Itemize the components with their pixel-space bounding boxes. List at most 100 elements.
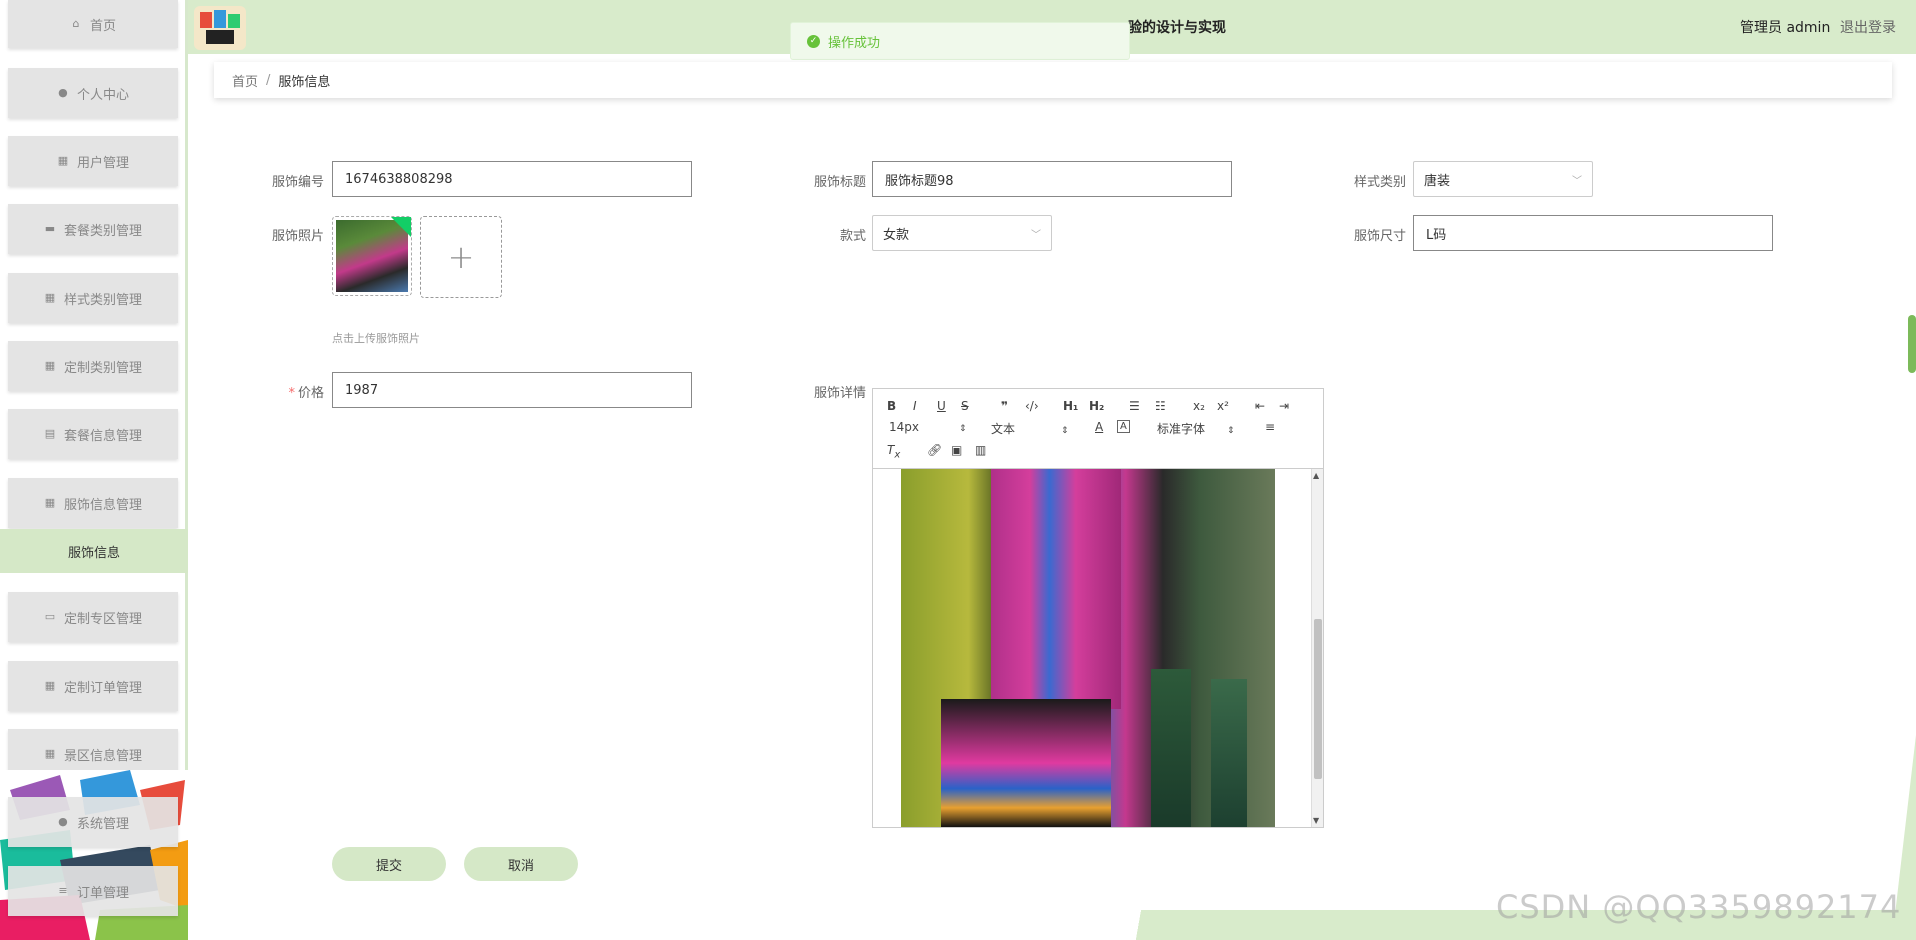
sidebar: ⌂ 首页 ● 个人中心 ▦ 用户管理 ▬ 套餐类别管理 ▦ 样式类别管理 ▦ 定制类别管理 …	[0, 0, 188, 940]
chevron-down-icon: ﹀	[1031, 230, 1041, 241]
indent-icon[interactable]: ⇥	[1279, 399, 1289, 413]
block-type-select[interactable]: 文本 ⇕	[991, 420, 1069, 437]
font-size-value: 14px	[889, 420, 919, 434]
superscript-icon[interactable]: x²	[1217, 399, 1229, 413]
code-icon[interactable]: ‹/›	[1025, 399, 1039, 413]
updown-icon: ⇕	[1227, 426, 1235, 436]
admin-label: 管理员 admin	[1740, 20, 1831, 36]
subscript-icon[interactable]: x₂	[1193, 399, 1205, 413]
bullet-list-icon[interactable]: ☷	[1155, 399, 1166, 413]
heading1-icon[interactable]: H₁	[1063, 399, 1078, 413]
sidebar-item-orders[interactable]: ≡ 订单管理	[8, 866, 178, 916]
underline-icon[interactable]: U	[937, 399, 946, 413]
sidebar-item-profile[interactable]: ● 个人中心	[8, 68, 178, 118]
kind-label: 款式	[839, 229, 866, 244]
font-color-icon[interactable]: A	[1095, 420, 1103, 434]
editor-scrollbar[interactable]: ▲ ▼	[1311, 469, 1323, 827]
scrollbar-thumb[interactable]	[1314, 619, 1322, 779]
photo-thumbnail[interactable]	[332, 216, 412, 296]
submit-button[interactable]: 提交	[332, 847, 446, 881]
bold-icon[interactable]: B	[887, 399, 896, 413]
toast-message: 操作成功	[828, 35, 881, 51]
code-input[interactable]: 1674638808298	[332, 161, 692, 197]
sidebar-item-label: 套餐信息管理	[63, 428, 142, 444]
sidebar-item-label: 定制订单管理	[63, 680, 142, 696]
sidebar-item-home[interactable]: ⌂ 首页	[8, 0, 178, 48]
background-color-icon[interactable]: A	[1117, 420, 1130, 433]
breadcrumb-current: 服饰信息	[278, 74, 331, 90]
system-title: 验的设计与实现	[1128, 20, 1226, 36]
font-family-select[interactable]: 标准字体 ⇕	[1157, 420, 1235, 437]
photo-torso	[991, 469, 1121, 709]
style-category-select[interactable]: 唐装 ﹀	[1413, 161, 1593, 197]
kind-select[interactable]: 女款 ﹀	[872, 215, 1052, 251]
photo-post	[1151, 669, 1191, 827]
sidebar-item-clothing-info[interactable]: ▦ 服饰信息管理	[8, 478, 178, 528]
photo-post	[1211, 679, 1247, 827]
italic-icon[interactable]: I	[913, 399, 917, 413]
scroll-down-icon[interactable]: ▼	[1313, 816, 1319, 825]
video-icon[interactable]: ▥	[975, 443, 986, 457]
clothing-detail-photo	[901, 469, 1275, 827]
sidebar-item-custom-orders[interactable]: ▦ 定制订单管理	[8, 661, 178, 711]
sidebar-item-label: 样式类别管理	[63, 292, 142, 308]
sidebar-item-label: 服饰信息管理	[63, 497, 142, 513]
sidebar-item-custom-zone[interactable]: ▭ 定制专区管理	[8, 592, 178, 642]
sidebar-item-style-category[interactable]: ▦ 样式类别管理	[8, 273, 178, 323]
sidebar-subitem-clothing[interactable]: 服饰信息	[0, 529, 188, 573]
font-size-select[interactable]: 14px ⇕	[889, 420, 967, 434]
home-icon: ⌂	[72, 17, 80, 30]
style-category-label: 样式类别	[1353, 175, 1406, 190]
plus-icon: +	[447, 238, 475, 276]
logout-link[interactable]: 退出登录	[1840, 17, 1896, 37]
code-label: 服饰编号	[271, 175, 324, 190]
required-mark: *	[288, 386, 295, 401]
outdent-icon[interactable]: ⇤	[1255, 399, 1265, 413]
sidebar-item-system[interactable]: ● 系统管理	[8, 797, 178, 847]
size-input[interactable]: L码	[1413, 215, 1773, 251]
page-scrollbar[interactable]	[1908, 315, 1916, 373]
sidebar-item-label: 系统管理	[76, 816, 129, 832]
image-icon[interactable]: ▣	[951, 443, 962, 457]
ordered-list-icon[interactable]: ☰	[1129, 399, 1140, 413]
block-type-value: 文本	[991, 422, 1016, 436]
quote-icon[interactable]: ❞	[1001, 399, 1008, 413]
breadcrumb-home[interactable]: 首页	[232, 71, 258, 90]
price-input[interactable]: 1987	[332, 372, 692, 408]
photo-upload-button[interactable]: +	[420, 216, 502, 298]
breadcrumb: 首页 / 服饰信息	[214, 62, 1892, 98]
sidebar-item-label: 首页	[89, 18, 116, 34]
sidebar-item-package-category[interactable]: ▬ 套餐类别管理	[8, 204, 178, 254]
sidebar-item-label: 定制专区管理	[63, 611, 142, 627]
align-icon[interactable]: ≡	[1265, 420, 1275, 434]
strike-icon[interactable]: S	[961, 399, 969, 413]
grid-icon: ▦	[44, 359, 56, 372]
chevron-down-icon: ﹀	[1572, 176, 1582, 187]
clear-format-icon[interactable]: Tx	[887, 443, 900, 460]
sidebar-item-custom-category[interactable]: ▦ 定制类别管理	[8, 341, 178, 391]
title-input[interactable]: 服饰标题98	[872, 161, 1232, 197]
user-icon: ●	[58, 86, 68, 99]
cancel-button[interactable]: 取消	[464, 847, 578, 881]
sidebar-item-package-info[interactable]: ▤ 套餐信息管理	[8, 409, 178, 459]
sidebar-item-label: 订单管理	[76, 885, 129, 901]
heading2-icon[interactable]: H₂	[1089, 399, 1104, 413]
link-icon[interactable]: 🔗︎	[927, 443, 942, 457]
check-circle-icon: ✓	[807, 34, 820, 48]
sidebar-item-label: 套餐类别管理	[63, 223, 142, 239]
style-category-value: 唐装	[1424, 173, 1451, 189]
pin-icon: ●	[58, 815, 68, 828]
sidebar-item-users[interactable]: ▦ 用户管理	[8, 136, 178, 186]
title-label: 服饰标题	[813, 175, 866, 190]
editor-content[interactable]	[873, 469, 1313, 827]
scroll-up-icon[interactable]: ▲	[1313, 471, 1319, 480]
rich-text-editor[interactable]: B I U S ❞ ‹/› H₁ H₂ ☰ ☷ x₂ x² ⇤ ⇥ 14px ⇕ …	[872, 388, 1324, 828]
kind-value: 女款	[883, 227, 910, 243]
price-label: * 价格	[214, 382, 324, 401]
size-label: 服饰尺寸	[1353, 229, 1406, 244]
price-label-text: 价格	[297, 386, 324, 401]
grid-icon: ▦	[57, 154, 69, 167]
sidebar-item-label: 景区信息管理	[63, 748, 142, 764]
sidebar-subitem-label: 服饰信息	[67, 545, 120, 561]
sidebar-item-label: 定制类别管理	[63, 360, 142, 376]
